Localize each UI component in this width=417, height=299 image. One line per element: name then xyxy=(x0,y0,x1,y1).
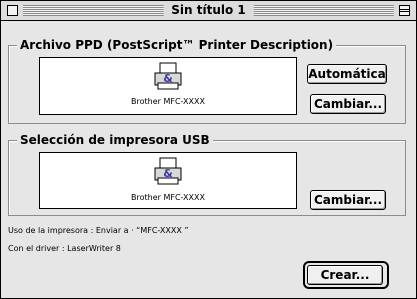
title-bar[interactable]: Sin título 1 xyxy=(1,1,416,21)
usb-printer-label: Brother MFC-XXXX xyxy=(131,193,205,202)
printer-usage-text: Uso de la impresora : Enviar a · “MFC-XX… xyxy=(8,226,189,235)
window-title: Sin título 1 xyxy=(163,3,254,18)
svg-text:&: & xyxy=(163,167,173,180)
auto-button[interactable]: Automática xyxy=(307,64,387,84)
usb-group-title: Selección de impresora USB xyxy=(17,132,213,148)
svg-text:&: & xyxy=(163,72,173,85)
dialog-window: Sin título 1 Archivo PPD (PostScript™ Pr… xyxy=(0,0,417,299)
driver-text: Con el driver : LaserWriter 8 xyxy=(8,244,121,253)
ppd-printer-label: Brother MFC-XXXX xyxy=(131,97,205,106)
collapse-box-icon[interactable] xyxy=(399,5,410,16)
ppd-printer-box[interactable]: & Brother MFC-XXXX xyxy=(39,57,297,115)
ppd-change-button[interactable]: Cambiar... xyxy=(310,94,386,114)
ppd-group-title: Archivo PPD (PostScript™ Printer Descrip… xyxy=(17,37,337,53)
usb-change-button[interactable]: Cambiar... xyxy=(310,190,386,210)
create-button[interactable]: Crear... xyxy=(307,265,383,285)
printer-icon: & xyxy=(154,157,182,185)
close-box-icon[interactable] xyxy=(7,5,18,16)
usb-printer-box[interactable]: & Brother MFC-XXXX xyxy=(39,152,297,209)
printer-icon: & xyxy=(154,62,182,90)
